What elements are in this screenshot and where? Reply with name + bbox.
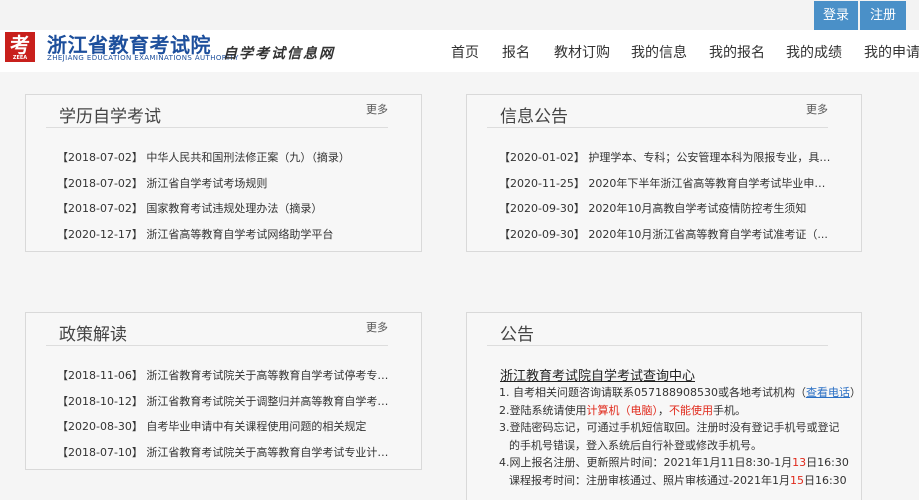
nav-home[interactable]: 首页 bbox=[451, 42, 479, 62]
main-nav: 首页 报名 教材订购 我的信息 我的报名 我的成绩 我的申请 bbox=[0, 42, 919, 62]
news-list: 【2018-11-06】 浙江省教育考试院关于高等教育自学考试停考专业 ... … bbox=[57, 367, 397, 469]
list-item[interactable]: 【2020-11-25】 2020年下半年浙江省高等教育自学考试毕业申请... bbox=[499, 175, 834, 201]
notice-text: 手机。 bbox=[713, 403, 746, 417]
notice-text: 日16:30 bbox=[803, 473, 847, 487]
notice-text: 2.登陆系统请使用 bbox=[499, 403, 587, 417]
panel-info-announcements: 信息公告 更多 【2020-01-02】 护理学本、专科；公安管理本科为限报专业… bbox=[466, 94, 862, 252]
news-list: 【2018-07-02】 中华人民共和国刑法修正案（九）（摘录） 【2018-0… bbox=[57, 149, 397, 251]
panel-notice: 公告 浙江教育考试院自学考试查询中心 1. 自考相关问题咨询请联系0571889… bbox=[466, 312, 862, 500]
notice-text: 课程报考时间：注册审核通过、照片审核通过-2021年1月 bbox=[509, 473, 790, 487]
panel-policy-interpretation: 政策解读 更多 【2018-11-06】 浙江省教育考试院关于高等教育自学考试停… bbox=[25, 312, 422, 470]
panel-title: 政策解读 bbox=[59, 325, 127, 345]
list-item[interactable]: 【2018-11-06】 浙江省教育考试院关于高等教育自学考试停考专业 ... bbox=[57, 367, 397, 393]
nav-textbook-order[interactable]: 教材订购 bbox=[554, 42, 610, 62]
notice-line-2: 2.登陆系统请使用计算机（电脑），不能使用手机。 bbox=[499, 402, 839, 420]
notice-highlight: 计算机（电脑） bbox=[586, 403, 659, 417]
notice-line-3b: 的手机号错误，登入系统后自行补登或修改手机号。 bbox=[509, 438, 762, 452]
nav-register[interactable]: 报名 bbox=[502, 42, 530, 62]
notice-line-5: 课程报考时间：注册审核通过、照片审核通过-2021年1月15日16:30 bbox=[499, 472, 847, 490]
notice-highlight: 13 bbox=[792, 456, 807, 469]
notice-line-1: 1. 自考相关问题咨询请联系057188908530或各地考试机构（查看电话） bbox=[499, 384, 861, 402]
nav-my-registration[interactable]: 我的报名 bbox=[709, 42, 765, 62]
more-link[interactable]: 更多 bbox=[366, 319, 388, 335]
panel-self-study-exam: 学历自学考试 更多 【2018-07-02】 中华人民共和国刑法修正案（九）（摘… bbox=[25, 94, 422, 252]
news-list: 【2020-01-02】 护理学本、专科；公安管理本科为限报专业，具体详... … bbox=[499, 149, 834, 251]
nav-my-scores[interactable]: 我的成绩 bbox=[786, 42, 842, 62]
list-item[interactable]: 【2020-09-30】 2020年10月浙江省高等教育自学考试准考证（... bbox=[499, 226, 834, 252]
list-item[interactable]: 【2018-07-02】 中华人民共和国刑法修正案（九）（摘录） bbox=[57, 149, 397, 175]
site-header: 考 ZEEA 浙江省教育考试院 ZHEJIANG EDUCATION EXAMIN… bbox=[0, 30, 919, 72]
nav-my-info[interactable]: 我的信息 bbox=[631, 42, 687, 62]
notice-body: 1. 自考相关问题咨询请联系057188908530或各地考试机构（查看电话） … bbox=[499, 384, 861, 490]
panel-title: 信息公告 bbox=[500, 107, 568, 127]
list-item[interactable]: 【2020-09-30】 2020年10月高教自学考试疫情防控考生须知 bbox=[499, 200, 834, 226]
list-item[interactable]: 【2018-10-12】 浙江省教育考试院关于调整归并高等教育自学考试专... bbox=[57, 393, 397, 419]
more-link[interactable]: 更多 bbox=[366, 101, 388, 117]
list-item[interactable]: 【2020-01-02】 护理学本、专科；公安管理本科为限报专业，具体详... bbox=[499, 149, 834, 175]
notice-text: ， bbox=[658, 403, 669, 417]
list-item[interactable]: 【2018-07-02】 国家教育考试违规处理办法（摘录） bbox=[57, 200, 397, 226]
nav-my-applications[interactable]: 我的申请 bbox=[864, 42, 919, 62]
list-item[interactable]: 【2018-07-02】 浙江省自学考试考场规则 bbox=[57, 175, 397, 201]
panel-title: 学历自学考试 bbox=[59, 107, 161, 127]
divider bbox=[46, 127, 388, 128]
notice-text: 4.网上报名注册、更新照片时间：2021年1月11日8:30-1月 bbox=[499, 456, 793, 469]
notice-text: 日16:30 bbox=[806, 456, 849, 469]
login-button[interactable]: 登录 bbox=[814, 1, 858, 30]
notice-highlight: 不能使用 bbox=[669, 403, 713, 417]
list-item[interactable]: 【2020-12-17】 浙江省高等教育自学考试网络助学平台 bbox=[57, 226, 397, 252]
register-button[interactable]: 注册 bbox=[860, 1, 906, 30]
divider bbox=[46, 345, 388, 346]
list-item[interactable]: 【2018-07-10】 浙江省教育考试院关于高等教育自学考试专业计划执... bbox=[57, 444, 397, 470]
notice-line-4: 4.网上报名注册、更新照片时间：2021年1月11日8:30-1月13日16:3… bbox=[499, 454, 849, 472]
notice-line-3: 3.登陆密码忘记，可通过手机短信取回。注册时没有登记手机号或登记 bbox=[499, 421, 840, 434]
more-link[interactable]: 更多 bbox=[806, 101, 828, 117]
panel-title: 公告 bbox=[500, 325, 534, 345]
notice-text: ） bbox=[849, 386, 861, 399]
divider bbox=[487, 345, 828, 346]
divider bbox=[487, 127, 828, 128]
notice-text: 1. 自考相关问题咨询请联系057188908530或各地考试机构（ bbox=[499, 386, 806, 399]
view-phone-link[interactable]: 查看电话 bbox=[806, 386, 850, 399]
notice-highlight: 15 bbox=[789, 473, 804, 487]
list-item[interactable]: 【2020-08-30】 自考毕业申请中有关课程使用问题的相关规定 bbox=[57, 418, 397, 444]
top-bar: 登录 注册 bbox=[0, 0, 919, 30]
notice-heading: 浙江教育考试院自学考试查询中心 bbox=[500, 369, 696, 384]
